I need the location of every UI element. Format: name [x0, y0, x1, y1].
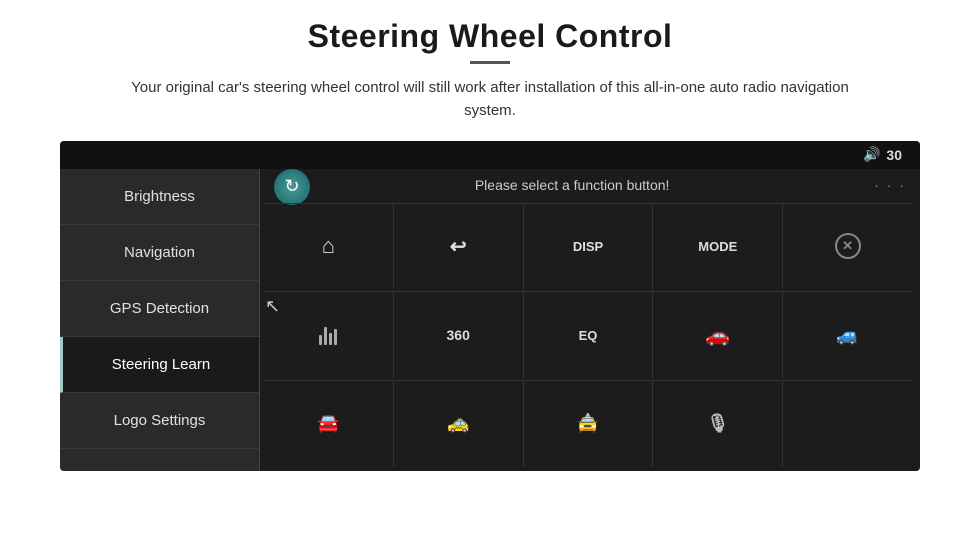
- grid-row-2: 360 EQ 🚗 🚙: [264, 291, 912, 378]
- sidebar-item-brightness[interactable]: Brightness: [60, 169, 259, 225]
- select-prompt: Please select a function button!: [320, 177, 824, 193]
- dots-indicator: · · ·: [874, 177, 906, 193]
- refresh-icon: ↻: [284, 176, 299, 197]
- grid-cell-phone-off[interactable]: ✕: [783, 204, 912, 290]
- grid-cell-mic[interactable]: 🎙: [653, 381, 783, 467]
- grid-cell-car5[interactable]: 🚖: [524, 381, 654, 467]
- mode-label: MODE: [698, 239, 737, 254]
- sidebar-item-steering-learn[interactable]: Steering Learn: [60, 337, 259, 393]
- eq-label: EQ: [579, 328, 598, 343]
- home-icon: [322, 233, 335, 259]
- sidebar-label-steering: Steering Learn: [112, 356, 210, 373]
- grid-cell-car2[interactable]: 🚙: [783, 292, 912, 378]
- sidebar-item-gps-detection[interactable]: GPS Detection: [60, 281, 259, 337]
- sidebar-label-brightness: Brightness: [124, 188, 195, 205]
- car-icon-5: 🚖: [577, 413, 599, 434]
- sidebar-label-gps: GPS Detection: [110, 300, 209, 317]
- top-bar: 🔊 30: [60, 141, 920, 169]
- car-icon-2: 🚙: [836, 325, 858, 346]
- page-wrapper: Steering Wheel Control Your original car…: [0, 0, 980, 544]
- title-divider: [470, 61, 510, 64]
- car-icon-1: 🚗: [705, 323, 730, 348]
- car-icon-4: 🚕: [447, 413, 469, 434]
- phone-off-icon: ✕: [835, 233, 861, 259]
- grid-cell-empty: [783, 381, 912, 467]
- sidebar-item-navigation[interactable]: Navigation: [60, 225, 259, 281]
- grid-row-1: DISP MODE ✕: [264, 203, 912, 290]
- page-subtitle: Your original car's steering wheel contr…: [120, 76, 860, 123]
- button-grid: DISP MODE ✕: [260, 201, 920, 471]
- volume-icon: 🔊: [863, 146, 880, 163]
- grid-cell-eq[interactable]: EQ: [524, 292, 654, 378]
- grid-cell-car1[interactable]: 🚗: [653, 292, 783, 378]
- sidebar: Brightness Navigation GPS Detection Stee…: [60, 169, 260, 471]
- back-icon: [450, 234, 467, 259]
- grid-cell-disp[interactable]: DISP: [524, 204, 654, 290]
- car-icon-3: 🚘: [317, 413, 339, 434]
- volume-value: 30: [886, 147, 902, 163]
- grid-cell-home[interactable]: [264, 204, 394, 290]
- mic-icon: 🎙: [706, 413, 729, 434]
- sidebar-label-navigation: Navigation: [124, 244, 195, 261]
- status-bar: ↻ Please select a function button! · · ·: [260, 169, 920, 201]
- grid-cell-back[interactable]: [394, 204, 524, 290]
- 360-label: 360: [447, 327, 470, 343]
- grid-cell-360[interactable]: 360: [394, 292, 524, 378]
- page-title: Steering Wheel Control: [308, 18, 673, 55]
- grid-row-3: 🚘 🚕 🚖 🎙: [264, 380, 912, 467]
- grid-cell-car4[interactable]: 🚕: [394, 381, 524, 467]
- grid-cell-mode[interactable]: MODE: [653, 204, 783, 290]
- disp-label: DISP: [573, 239, 603, 254]
- grid-cell-equalizer[interactable]: [264, 292, 394, 378]
- device-screen: 🔊 30 Brightness Navigation GPS Detection…: [60, 141, 920, 471]
- sidebar-item-logo-settings[interactable]: Logo Settings: [60, 393, 259, 449]
- refresh-button[interactable]: ↻: [274, 169, 310, 205]
- main-panel: ↻ Please select a function button! · · ·: [260, 169, 920, 471]
- sidebar-label-logo: Logo Settings: [114, 412, 206, 429]
- equalizer-icon: [319, 325, 337, 345]
- grid-cell-car3[interactable]: 🚘: [264, 381, 394, 467]
- content-area: Brightness Navigation GPS Detection Stee…: [60, 169, 920, 471]
